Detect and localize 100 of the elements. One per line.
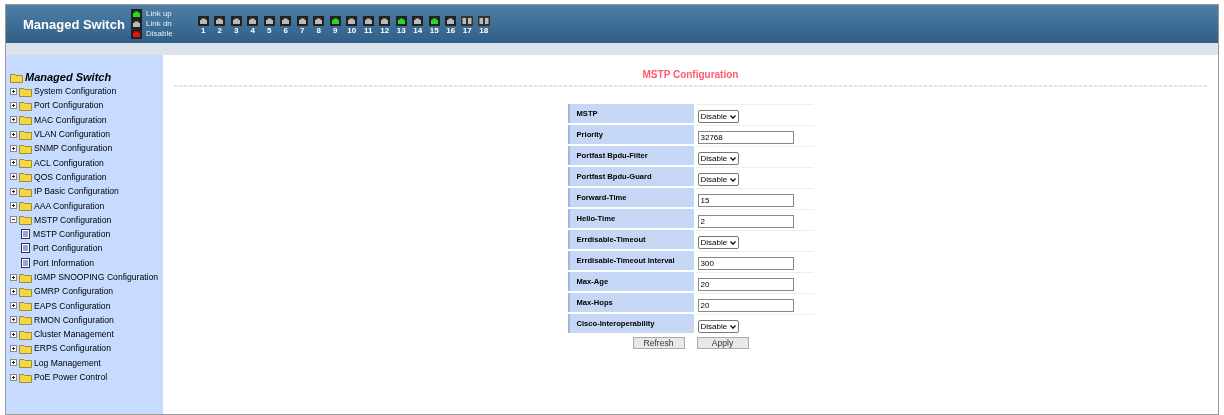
action-button[interactable]: Refresh [632,337,685,349]
folder-icon [19,371,32,383]
tree-item[interactable]: Port Information [33,257,95,268]
plus-icon[interactable] [10,302,17,310]
port-number: 8 [316,26,321,35]
folder-icon [19,328,32,340]
port-number: 11 [364,26,373,35]
plus-icon[interactable] [10,330,17,338]
folder-icon [19,142,32,154]
plus-icon[interactable] [10,373,17,381]
tree-item[interactable]: System Configuration [34,86,117,97]
port-number: 15 [429,26,439,35]
tree-item[interactable]: Cluster Management [34,329,114,340]
caret-icon [730,156,737,161]
port-number: 7 [300,26,305,35]
tree-item[interactable]: Port Configuration [33,243,103,254]
tree-item[interactable]: SNMP Configuration [34,143,113,154]
tree-item[interactable]: EAPS Configuration [34,300,111,311]
tree-item[interactable]: IGMP SNOOPING Configuration [34,272,159,282]
document-icon [21,257,30,268]
folder-icon [19,200,32,211]
tree-item[interactable]: MAC Configuration [34,114,107,125]
dropdown[interactable]: Disable [697,236,740,249]
folder-icon [19,85,32,97]
plus-icon[interactable] [10,316,17,324]
port-number: 14 [413,26,423,35]
input-field[interactable]: 300 [697,257,794,270]
folder-icon [19,285,32,297]
caret-icon [730,240,737,245]
input-field[interactable]: 20 [697,278,794,291]
dropdown[interactable]: Disable [697,173,740,186]
plus-icon[interactable] [10,345,17,352]
port-number: 16 [446,26,456,35]
action-button[interactable]: Apply [696,337,749,349]
port-number: 1 [201,26,206,35]
tree-item[interactable]: Log Management [34,357,101,368]
folder-icon [19,171,32,183]
folder-icon [19,214,32,226]
tree-item[interactable]: RMON Configuration [34,314,114,325]
tree-item[interactable]: MSTP Configuration [34,214,112,225]
caret-icon [730,114,737,119]
dropdown[interactable]: Disable [697,320,740,333]
folder-icon [19,185,32,197]
plus-icon[interactable] [10,87,17,95]
port-number: 6 [283,26,288,35]
document-icon [21,229,30,240]
folder-icon [19,99,32,111]
tree-item[interactable]: Port Configuration [34,100,104,111]
folder-icon [19,114,32,126]
legend-label: Link dn [146,19,172,29]
tree-root[interactable]: Managed Switch [25,71,112,83]
plus-icon[interactable] [10,359,17,367]
folder-icon [19,271,32,283]
input-field[interactable]: 20 [697,299,794,312]
tree-item[interactable]: IP Basic Configuration [34,186,119,197]
plus-icon[interactable] [10,202,17,209]
folder-icon [19,343,32,354]
plus-icon[interactable] [10,144,17,152]
folder-icon [19,157,32,169]
port-number: 5 [267,26,272,35]
tree-item[interactable]: ACL Configuration [34,157,104,168]
port-number: 12 [380,26,390,35]
folder-icon [19,357,32,369]
input-field[interactable]: 15 [697,194,794,207]
plus-icon[interactable] [10,130,17,138]
caret-icon [730,177,737,182]
folder-icon [19,128,32,140]
port-number: 17 [462,26,472,35]
plus-icon[interactable] [10,159,17,167]
tree-item[interactable]: ERPS Configuration [34,343,111,354]
port-number: 13 [396,26,406,35]
legend-label: Disable [146,29,173,39]
plus-icon[interactable] [10,273,17,281]
plus-icon[interactable] [10,101,17,109]
tree-item[interactable]: QOS Configuration [34,171,107,182]
tree-item[interactable]: GMRP Configuration [34,286,114,297]
input-field[interactable]: 2 [697,215,794,228]
document-icon [21,243,30,254]
port-number: 4 [250,26,255,35]
folder-icon [19,314,32,326]
tree-item[interactable]: MSTP Configuration [33,229,111,240]
tree-item[interactable]: VLAN Configuration [34,129,110,140]
dropdown[interactable]: Disable [697,152,740,165]
plus-icon[interactable] [10,287,17,295]
port-number: 2 [217,26,222,35]
header-title: Managed Switch [23,16,126,32]
plus-icon[interactable] [10,173,17,181]
minus-icon[interactable] [10,216,17,224]
plus-icon[interactable] [10,187,17,195]
input-field[interactable]: 32768 [697,131,794,144]
dropdown[interactable]: Disable [697,110,740,123]
port-number: 10 [347,26,357,35]
port-number: 9 [333,26,338,35]
port-number: 18 [479,26,489,35]
folder-icon [10,71,23,83]
tree-item[interactable]: PoE Power Control [34,372,108,383]
plus-icon[interactable] [10,116,17,124]
tree-item[interactable]: AAA Configuration [34,200,105,211]
folder-icon [19,300,32,312]
port-number: 3 [234,26,239,35]
